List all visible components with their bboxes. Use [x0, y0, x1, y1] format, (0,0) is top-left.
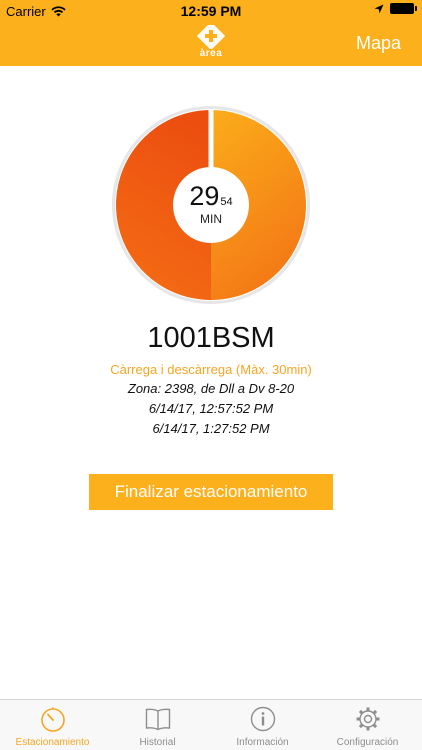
- map-button[interactable]: Mapa: [356, 33, 401, 54]
- logo-icon: [196, 21, 226, 51]
- license-plate: 1001BSM: [147, 322, 275, 354]
- info-icon: [250, 706, 276, 732]
- tab-historial[interactable]: Historial: [105, 700, 210, 750]
- timer-seconds: 54: [220, 196, 233, 208]
- gear-icon: [356, 707, 380, 731]
- zone-line: Zona: 2398, de Dll a Dv 8-20: [127, 381, 295, 396]
- book-icon: [145, 708, 171, 731]
- tab-label: Historial: [139, 737, 176, 748]
- area-logo: àrea: [196, 21, 226, 61]
- battery-icon: [390, 3, 417, 14]
- status-bar: Carrier 12:59 PM: [0, 0, 422, 22]
- timer-icon: [41, 707, 65, 732]
- logo-text: àrea: [199, 48, 223, 59]
- finish-parking-button[interactable]: Finalizar estacionamiento: [89, 474, 333, 510]
- navigation-bar: àrea Mapa: [0, 21, 422, 66]
- tab-label: Configuración: [336, 737, 399, 748]
- timer-minutes: 29: [189, 181, 220, 211]
- tab-estacionamiento[interactable]: Estacionamiento: [0, 700, 105, 750]
- tab-configuracion[interactable]: Configuración: [315, 700, 420, 750]
- tab-bar: Estacionamiento Historial Información Co…: [0, 699, 422, 750]
- start-time: 6/14/17, 12:57:52 PM: [148, 401, 274, 416]
- tab-label: Información: [236, 737, 289, 748]
- location-arrow-icon: [374, 4, 384, 13]
- tab-informacion[interactable]: Información: [210, 700, 315, 750]
- timer-unit: MIN: [200, 212, 222, 226]
- tab-label: Estacionamiento: [15, 737, 90, 748]
- end-time: 6/14/17, 1:27:52 PM: [152, 421, 270, 436]
- status-right: [374, 3, 417, 14]
- timer-value: 2954: [0, 181, 422, 212]
- tariff-label: Càrrega i descàrrega (Màx. 30min): [110, 362, 312, 377]
- status-time: 12:59 PM: [180, 3, 242, 19]
